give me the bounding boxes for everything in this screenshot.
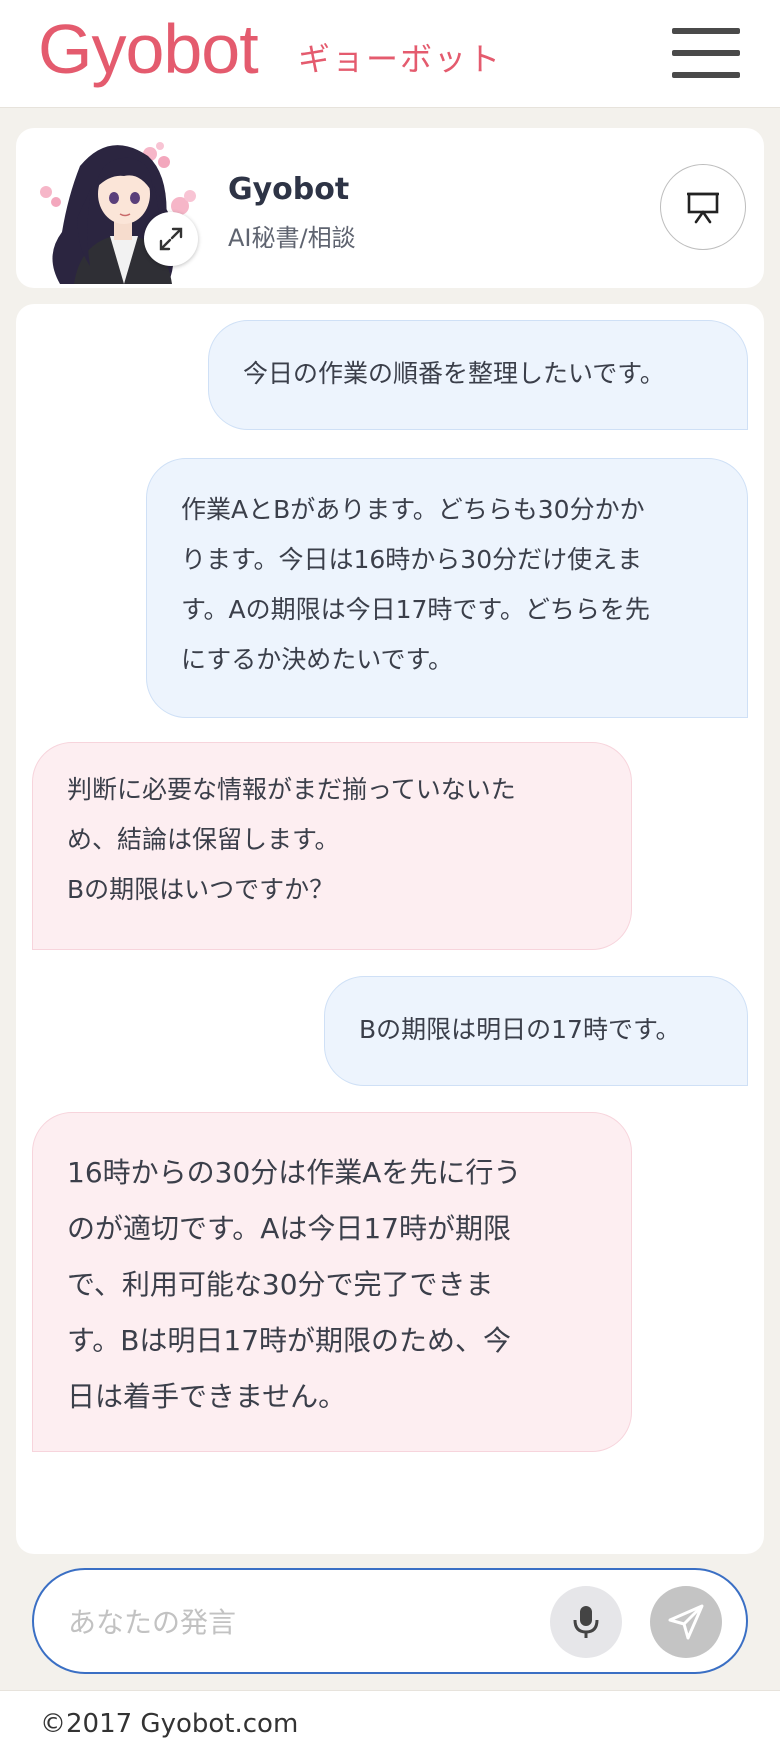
user-message: 作業AとBがあります。どちらも30分かか ります。今日は16時から30分だけ使え… (146, 458, 748, 718)
app-logo-subtitle: ギョーボット (298, 40, 503, 78)
bot-message: 判断に必要な情報がまだ揃っていないた め、結論は保留します。 Bの期限はいつです… (32, 742, 632, 950)
app-header: Gyobot ギョーボット (0, 0, 780, 108)
hamburger-menu-icon[interactable] (672, 26, 740, 82)
menu-bar (672, 28, 740, 34)
send-icon[interactable] (650, 1586, 722, 1658)
user-message: 今日の作業の順番を整理したいです。 (208, 320, 748, 430)
message-line: 今日の作業の順番を整理したいです。 (243, 359, 665, 388)
bot-avatar[interactable] (40, 136, 224, 284)
message-line: 判断に必要な情報がまだ揃っていないた (67, 775, 516, 804)
page-footer: ©2017 Gyobot.com (0, 1690, 780, 1756)
message-line: にするか決めたいです。 (181, 645, 454, 674)
user-message: Bの期限は明日の17時です。 (324, 976, 748, 1086)
copyright-text: ©2017 Gyobot.com (40, 1709, 299, 1739)
menu-bar (672, 72, 740, 78)
bot-profile-card: Gyobot AI秘書/相談 (16, 128, 764, 288)
bot-message: 16時からの30分は作業Aを先に行う のが適切です。Aは今日17時が期限 で、利… (32, 1112, 632, 1452)
message-line: Bの期限はいつですか？ (67, 875, 335, 904)
expand-icon[interactable] (144, 212, 198, 266)
message-input-bar (32, 1568, 748, 1674)
message-line: Bの期限は明日の17時です。 (359, 1015, 681, 1044)
message-line: ります。今日は16時から30分だけ使えま (181, 545, 643, 574)
chat-panel[interactable]: 今日の作業の順番を整理したいです。 作業AとBがあります。どちらも30分かか り… (16, 304, 764, 1554)
message-line: 日は着手できません。 (67, 1380, 347, 1413)
menu-bar (672, 50, 740, 56)
message-line: 作業AとBがあります。どちらも30分かか (181, 495, 645, 524)
bot-name: Gyobot (228, 172, 350, 207)
message-line: す。Aの期限は今日17時です。どちらを先 (181, 595, 650, 624)
message-line: 16時からの30分は作業Aを先に行う (67, 1156, 522, 1189)
bot-role: AI秘書/相談 (228, 224, 356, 252)
message-line: で、利用可能な30分で完了できま (67, 1268, 494, 1301)
microphone-icon[interactable] (550, 1586, 622, 1658)
presentation-icon[interactable] (660, 164, 746, 250)
message-input[interactable] (68, 1600, 508, 1644)
message-line: す。Bは明日17時が期限のため、今 (67, 1324, 512, 1357)
app-logo[interactable]: Gyobot (38, 14, 259, 84)
message-line: め、結論は保留します。 (67, 825, 340, 854)
message-line: のが適切です。Aは今日17時が期限 (67, 1212, 511, 1245)
